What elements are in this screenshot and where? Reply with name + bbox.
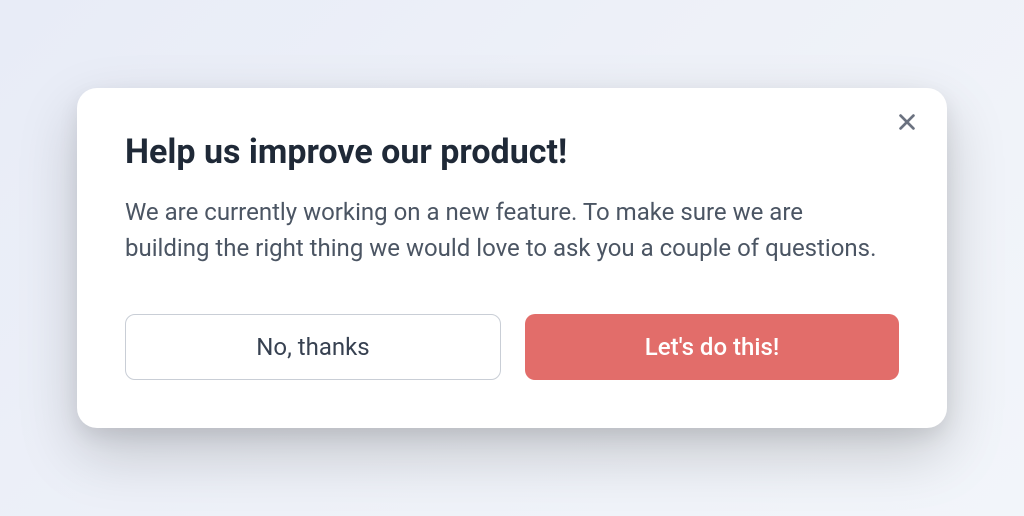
modal-button-row: No, thanks Let's do this! xyxy=(125,314,899,380)
close-button[interactable] xyxy=(893,110,921,138)
feedback-modal: Help us improve our product! We are curr… xyxy=(77,88,947,428)
close-icon xyxy=(896,111,918,137)
decline-button[interactable]: No, thanks xyxy=(125,314,501,380)
modal-body-text: We are currently working on a new featur… xyxy=(125,194,885,266)
accept-button[interactable]: Let's do this! xyxy=(525,314,899,380)
modal-title: Help us improve our product! xyxy=(125,132,899,172)
